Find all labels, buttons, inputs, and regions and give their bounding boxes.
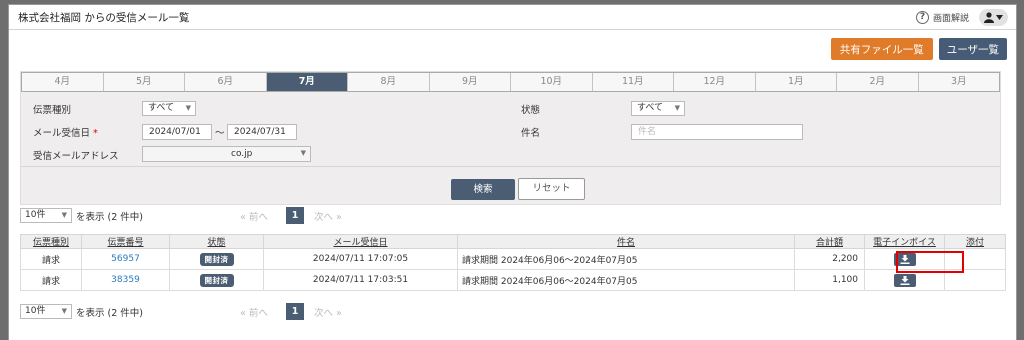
reset-button[interactable]: リセット — [518, 178, 585, 200]
select-arrow-icon: ▼ — [674, 104, 680, 112]
shared-files-button[interactable]: 共有ファイル一覧 — [830, 38, 933, 60]
user-list-button[interactable]: ユーザ一覧 — [938, 38, 1007, 60]
slip-type-select[interactable]: すべて ▼ — [142, 101, 196, 116]
required-mark: * — [93, 128, 98, 139]
row-subject: 請求期間 2024年06月06～2024年07月05 — [457, 269, 795, 291]
select-arrow-icon: ▼ — [61, 307, 67, 315]
month-tab[interactable]: 8月 — [348, 73, 430, 91]
row-total: 1,100 — [794, 269, 865, 291]
help-link[interactable]: ? 画面解説 — [915, 10, 969, 24]
prev-page-link[interactable]: « 前へ — [240, 305, 268, 319]
row-status-cell: 開封済 — [169, 248, 264, 270]
download-icon — [900, 275, 909, 285]
slip-type-label: 伝票種別 — [33, 105, 72, 116]
month-tab[interactable]: 6月 — [185, 73, 267, 91]
caret-down-icon — [996, 14, 1003, 20]
subject-input[interactable]: 件名 — [631, 124, 803, 140]
received-date-text: メール受信日 — [33, 128, 91, 139]
next-page-link[interactable]: 次へ » — [314, 209, 342, 223]
month-tab[interactable]: 11月 — [593, 73, 674, 91]
per-page-select[interactable]: 10件 ▼ — [20, 304, 72, 319]
per-page-value: 10件 — [25, 306, 46, 316]
select-arrow-icon: ▼ — [61, 211, 67, 219]
header-subject[interactable]: 件名 — [457, 234, 795, 249]
top-actions: 共有ファイル一覧 ユーザ一覧 — [830, 38, 1007, 60]
row-type: 請求 — [20, 248, 82, 270]
month-tab[interactable]: 5月 — [104, 73, 185, 91]
result-count: を表示 (2 件中) — [76, 308, 143, 319]
row-received: 2024/07/11 17:07:05 — [263, 248, 458, 270]
row-number-link[interactable]: 56957 — [81, 248, 170, 270]
month-tab[interactable]: 4月 — [22, 73, 104, 91]
header-slip-number[interactable]: 伝票番号 — [81, 234, 170, 249]
month-tab[interactable]: 1月 — [756, 73, 837, 91]
user-menu-button[interactable] — [979, 8, 1008, 26]
panel-divider — [21, 166, 1000, 167]
date-separator: ～ — [215, 128, 225, 139]
month-tab[interactable]: 10月 — [511, 73, 593, 91]
header-e-invoice[interactable]: 電子インボイス — [864, 234, 945, 249]
prev-page-link[interactable]: « 前へ — [240, 209, 268, 223]
status-badge: 開封済 — [199, 252, 234, 266]
subject-placeholder: 件名 — [638, 127, 657, 137]
subject-label: 件名 — [521, 128, 541, 139]
row-status-cell: 開封済 — [169, 269, 264, 291]
result-count: を表示 (2 件中) — [76, 212, 143, 223]
per-page-value: 10件 — [25, 210, 46, 220]
slip-type-value: すべて — [148, 103, 175, 113]
table-row: 請求 56957 開封済 2024/07/11 17:07:05 請求期間 20… — [20, 248, 1006, 270]
row-type: 請求 — [20, 269, 82, 291]
header-attachment[interactable]: 添付 — [944, 234, 1006, 249]
address-value: co.jp — [231, 149, 253, 159]
month-tab[interactable]: 9月 — [430, 73, 511, 91]
page-number[interactable]: 1 — [286, 303, 304, 320]
search-panel: 4月 5月 6月 7月 8月 9月 10月 11月 12月 1月 2月 3月 伝票種別 すべて ▼ 状… — [20, 71, 1001, 205]
month-tabs: 4月 5月 6月 7月 8月 9月 10月 11月 12月 1月 2月 3月 — [21, 72, 1000, 92]
highlight-box — [896, 251, 964, 273]
select-arrow-icon: ▼ — [185, 104, 191, 112]
status-value: すべて — [637, 103, 664, 113]
status-badge: 開封済 — [199, 273, 234, 287]
row-received: 2024/07/11 17:03:51 — [263, 269, 458, 291]
address-label: 受信メールアドレス — [33, 151, 119, 162]
address-select[interactable]: co.jp ▼ — [142, 146, 311, 162]
main-window: 株式会社福岡 からの受信メール一覧 ? 画面解説 共有ファイル一覧 ユーザ一覧 … — [8, 4, 1017, 340]
received-date-label: メール受信日 * — [33, 125, 98, 139]
header-slip-type[interactable]: 伝票種別 — [20, 234, 82, 249]
page-title: 株式会社福岡 からの受信メール一覧 — [18, 11, 190, 24]
status-select[interactable]: すべて ▼ — [631, 101, 685, 116]
page-number[interactable]: 1 — [286, 207, 304, 224]
row-number-link[interactable]: 38359 — [81, 269, 170, 291]
mail-table: 伝票種別 伝票番号 状態 メール受信日 件名 合計額 電子インボイス 添付 請求… — [20, 234, 1006, 291]
month-tab[interactable]: 12月 — [674, 73, 756, 91]
question-icon: ? — [915, 10, 929, 24]
row-subject: 請求期間 2024年06月06～2024年07月05 — [457, 248, 795, 270]
date-from-input[interactable]: 2024/07/01 — [142, 124, 212, 140]
status-label: 状態 — [521, 105, 541, 116]
next-page-link[interactable]: 次へ » — [314, 305, 342, 319]
search-button[interactable]: 検索 — [451, 179, 515, 200]
title-bar: 株式会社福岡 からの受信メール一覧 ? 画面解説 — [9, 5, 1016, 30]
help-label: 画面解説 — [932, 13, 969, 24]
select-arrow-icon: ▼ — [300, 149, 306, 157]
header-received[interactable]: メール受信日 — [263, 234, 458, 249]
per-page-select[interactable]: 10件 ▼ — [20, 208, 72, 223]
month-tab[interactable]: 7月 — [266, 73, 348, 91]
pager-top: 10件 ▼ を表示 (2 件中) « 前へ 1 次へ » — [20, 207, 520, 224]
header-status[interactable]: 状態 — [169, 234, 264, 249]
user-icon — [984, 11, 994, 23]
table-row: 請求 38359 開封済 2024/07/11 17:03:51 請求期間 20… — [20, 269, 1006, 291]
header-total[interactable]: 合計額 — [794, 234, 865, 249]
download-button[interactable] — [893, 273, 916, 287]
row-total: 2,200 — [794, 248, 865, 270]
table-header-row: 伝票種別 伝票番号 状態 メール受信日 件名 合計額 電子インボイス 添付 — [20, 234, 1006, 249]
pager-bottom: 10件 ▼ を表示 (2 件中) « 前へ 1 次へ » — [20, 303, 520, 320]
month-tab[interactable]: 2月 — [837, 73, 919, 91]
date-to-input[interactable]: 2024/07/31 — [227, 124, 297, 140]
month-tab[interactable]: 3月 — [919, 73, 1000, 91]
